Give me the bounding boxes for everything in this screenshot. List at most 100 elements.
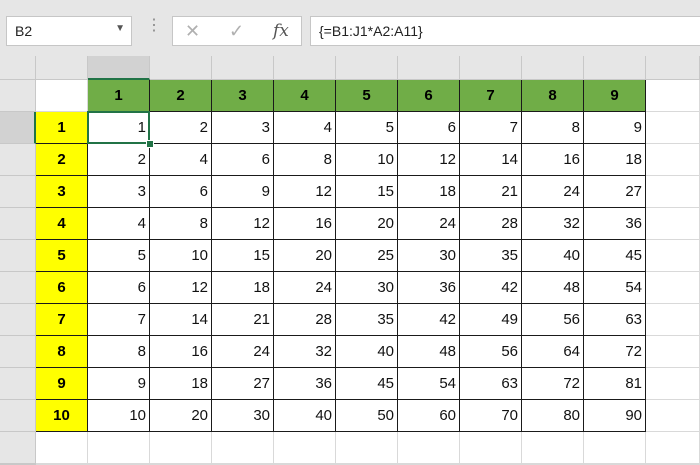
cell-j3[interactable]: 18 xyxy=(584,144,646,176)
cell-c4[interactable]: 6 xyxy=(150,176,212,208)
cell-g9[interactable]: 48 xyxy=(398,336,460,368)
cell-c1[interactable]: 2 xyxy=(150,80,212,112)
cell-a5[interactable]: 4 xyxy=(36,208,88,240)
cell-f7[interactable]: 30 xyxy=(336,272,398,304)
cell-f11[interactable]: 50 xyxy=(336,400,398,432)
cell-h1[interactable]: 7 xyxy=(460,80,522,112)
cell-b6[interactable]: 5 xyxy=(88,240,150,272)
cell-g5[interactable]: 24 xyxy=(398,208,460,240)
cell-d10[interactable]: 27 xyxy=(212,368,274,400)
cell-d2[interactable]: 3 xyxy=(212,112,274,144)
fill-handle[interactable] xyxy=(146,140,154,148)
cell-d4[interactable]: 9 xyxy=(212,176,274,208)
cell-j7[interactable]: 54 xyxy=(584,272,646,304)
cell-i5[interactable]: 32 xyxy=(522,208,584,240)
column-header-h[interactable] xyxy=(460,56,522,80)
cell-d8[interactable]: 21 xyxy=(212,304,274,336)
cell-k9[interactable] xyxy=(646,336,700,368)
cell-g12[interactable] xyxy=(398,432,460,464)
cell-b3[interactable]: 2 xyxy=(88,144,150,176)
row-header-6[interactable] xyxy=(0,240,36,272)
cell-d9[interactable]: 24 xyxy=(212,336,274,368)
row-header-12[interactable] xyxy=(0,432,36,464)
cell-b2[interactable]: 1 xyxy=(88,112,150,144)
cell-a11[interactable]: 10 xyxy=(36,400,88,432)
cell-b8[interactable]: 7 xyxy=(88,304,150,336)
cell-k2[interactable] xyxy=(646,112,700,144)
cell-k12[interactable] xyxy=(646,432,700,464)
row-header-5[interactable] xyxy=(0,208,36,240)
cell-i8[interactable]: 56 xyxy=(522,304,584,336)
cell-a3[interactable]: 2 xyxy=(36,144,88,176)
cell-c8[interactable]: 14 xyxy=(150,304,212,336)
cell-e2[interactable]: 4 xyxy=(274,112,336,144)
cell-f2[interactable]: 5 xyxy=(336,112,398,144)
cell-d7[interactable]: 18 xyxy=(212,272,274,304)
column-header-e[interactable] xyxy=(274,56,336,80)
column-header-b[interactable] xyxy=(88,56,150,80)
cell-a1[interactable] xyxy=(36,80,88,112)
row-header-8[interactable] xyxy=(0,304,36,336)
cell-j11[interactable]: 90 xyxy=(584,400,646,432)
cell-h7[interactable]: 42 xyxy=(460,272,522,304)
cell-e10[interactable]: 36 xyxy=(274,368,336,400)
cell-b5[interactable]: 4 xyxy=(88,208,150,240)
cell-h3[interactable]: 14 xyxy=(460,144,522,176)
cell-c9[interactable]: 16 xyxy=(150,336,212,368)
cell-g7[interactable]: 36 xyxy=(398,272,460,304)
cell-e11[interactable]: 40 xyxy=(274,400,336,432)
cell-e6[interactable]: 20 xyxy=(274,240,336,272)
cell-f5[interactable]: 20 xyxy=(336,208,398,240)
cell-k4[interactable] xyxy=(646,176,700,208)
cell-e9[interactable]: 32 xyxy=(274,336,336,368)
cell-h9[interactable]: 56 xyxy=(460,336,522,368)
cell-d11[interactable]: 30 xyxy=(212,400,274,432)
row-header-7[interactable] xyxy=(0,272,36,304)
row-header-4[interactable] xyxy=(0,176,36,208)
column-header-c[interactable] xyxy=(150,56,212,80)
cell-h4[interactable]: 21 xyxy=(460,176,522,208)
cell-a10[interactable]: 9 xyxy=(36,368,88,400)
cell-d6[interactable]: 15 xyxy=(212,240,274,272)
cell-a2[interactable]: 1 xyxy=(36,112,88,144)
cell-i12[interactable] xyxy=(522,432,584,464)
row-header-3[interactable] xyxy=(0,144,36,176)
cell-c6[interactable]: 10 xyxy=(150,240,212,272)
cell-f4[interactable]: 15 xyxy=(336,176,398,208)
row-header-2[interactable] xyxy=(0,112,36,144)
cell-f10[interactable]: 45 xyxy=(336,368,398,400)
cell-k11[interactable] xyxy=(646,400,700,432)
cell-a8[interactable]: 7 xyxy=(36,304,88,336)
cell-h11[interactable]: 70 xyxy=(460,400,522,432)
cell-j10[interactable]: 81 xyxy=(584,368,646,400)
cell-k10[interactable] xyxy=(646,368,700,400)
row-header-1[interactable] xyxy=(0,80,36,112)
cell-a6[interactable]: 5 xyxy=(36,240,88,272)
cell-i2[interactable]: 8 xyxy=(522,112,584,144)
cell-a7[interactable]: 6 xyxy=(36,272,88,304)
cell-b1[interactable]: 1 xyxy=(88,80,150,112)
cell-g1[interactable]: 6 xyxy=(398,80,460,112)
cell-j4[interactable]: 27 xyxy=(584,176,646,208)
cell-f9[interactable]: 40 xyxy=(336,336,398,368)
column-header-a[interactable] xyxy=(36,56,88,80)
cell-e3[interactable]: 8 xyxy=(274,144,336,176)
select-all-corner[interactable] xyxy=(0,56,36,80)
cell-i1[interactable]: 8 xyxy=(522,80,584,112)
cell-g4[interactable]: 18 xyxy=(398,176,460,208)
cell-g8[interactable]: 42 xyxy=(398,304,460,336)
cell-c12[interactable] xyxy=(150,432,212,464)
cell-f3[interactable]: 10 xyxy=(336,144,398,176)
cell-c7[interactable]: 12 xyxy=(150,272,212,304)
cell-e5[interactable]: 16 xyxy=(274,208,336,240)
cell-b7[interactable]: 6 xyxy=(88,272,150,304)
cell-d3[interactable]: 6 xyxy=(212,144,274,176)
cell-c11[interactable]: 20 xyxy=(150,400,212,432)
cell-i10[interactable]: 72 xyxy=(522,368,584,400)
cell-g11[interactable]: 60 xyxy=(398,400,460,432)
row-header-10[interactable] xyxy=(0,368,36,400)
cell-e4[interactable]: 12 xyxy=(274,176,336,208)
cell-j8[interactable]: 63 xyxy=(584,304,646,336)
cell-g2[interactable]: 6 xyxy=(398,112,460,144)
column-header-i[interactable] xyxy=(522,56,584,80)
